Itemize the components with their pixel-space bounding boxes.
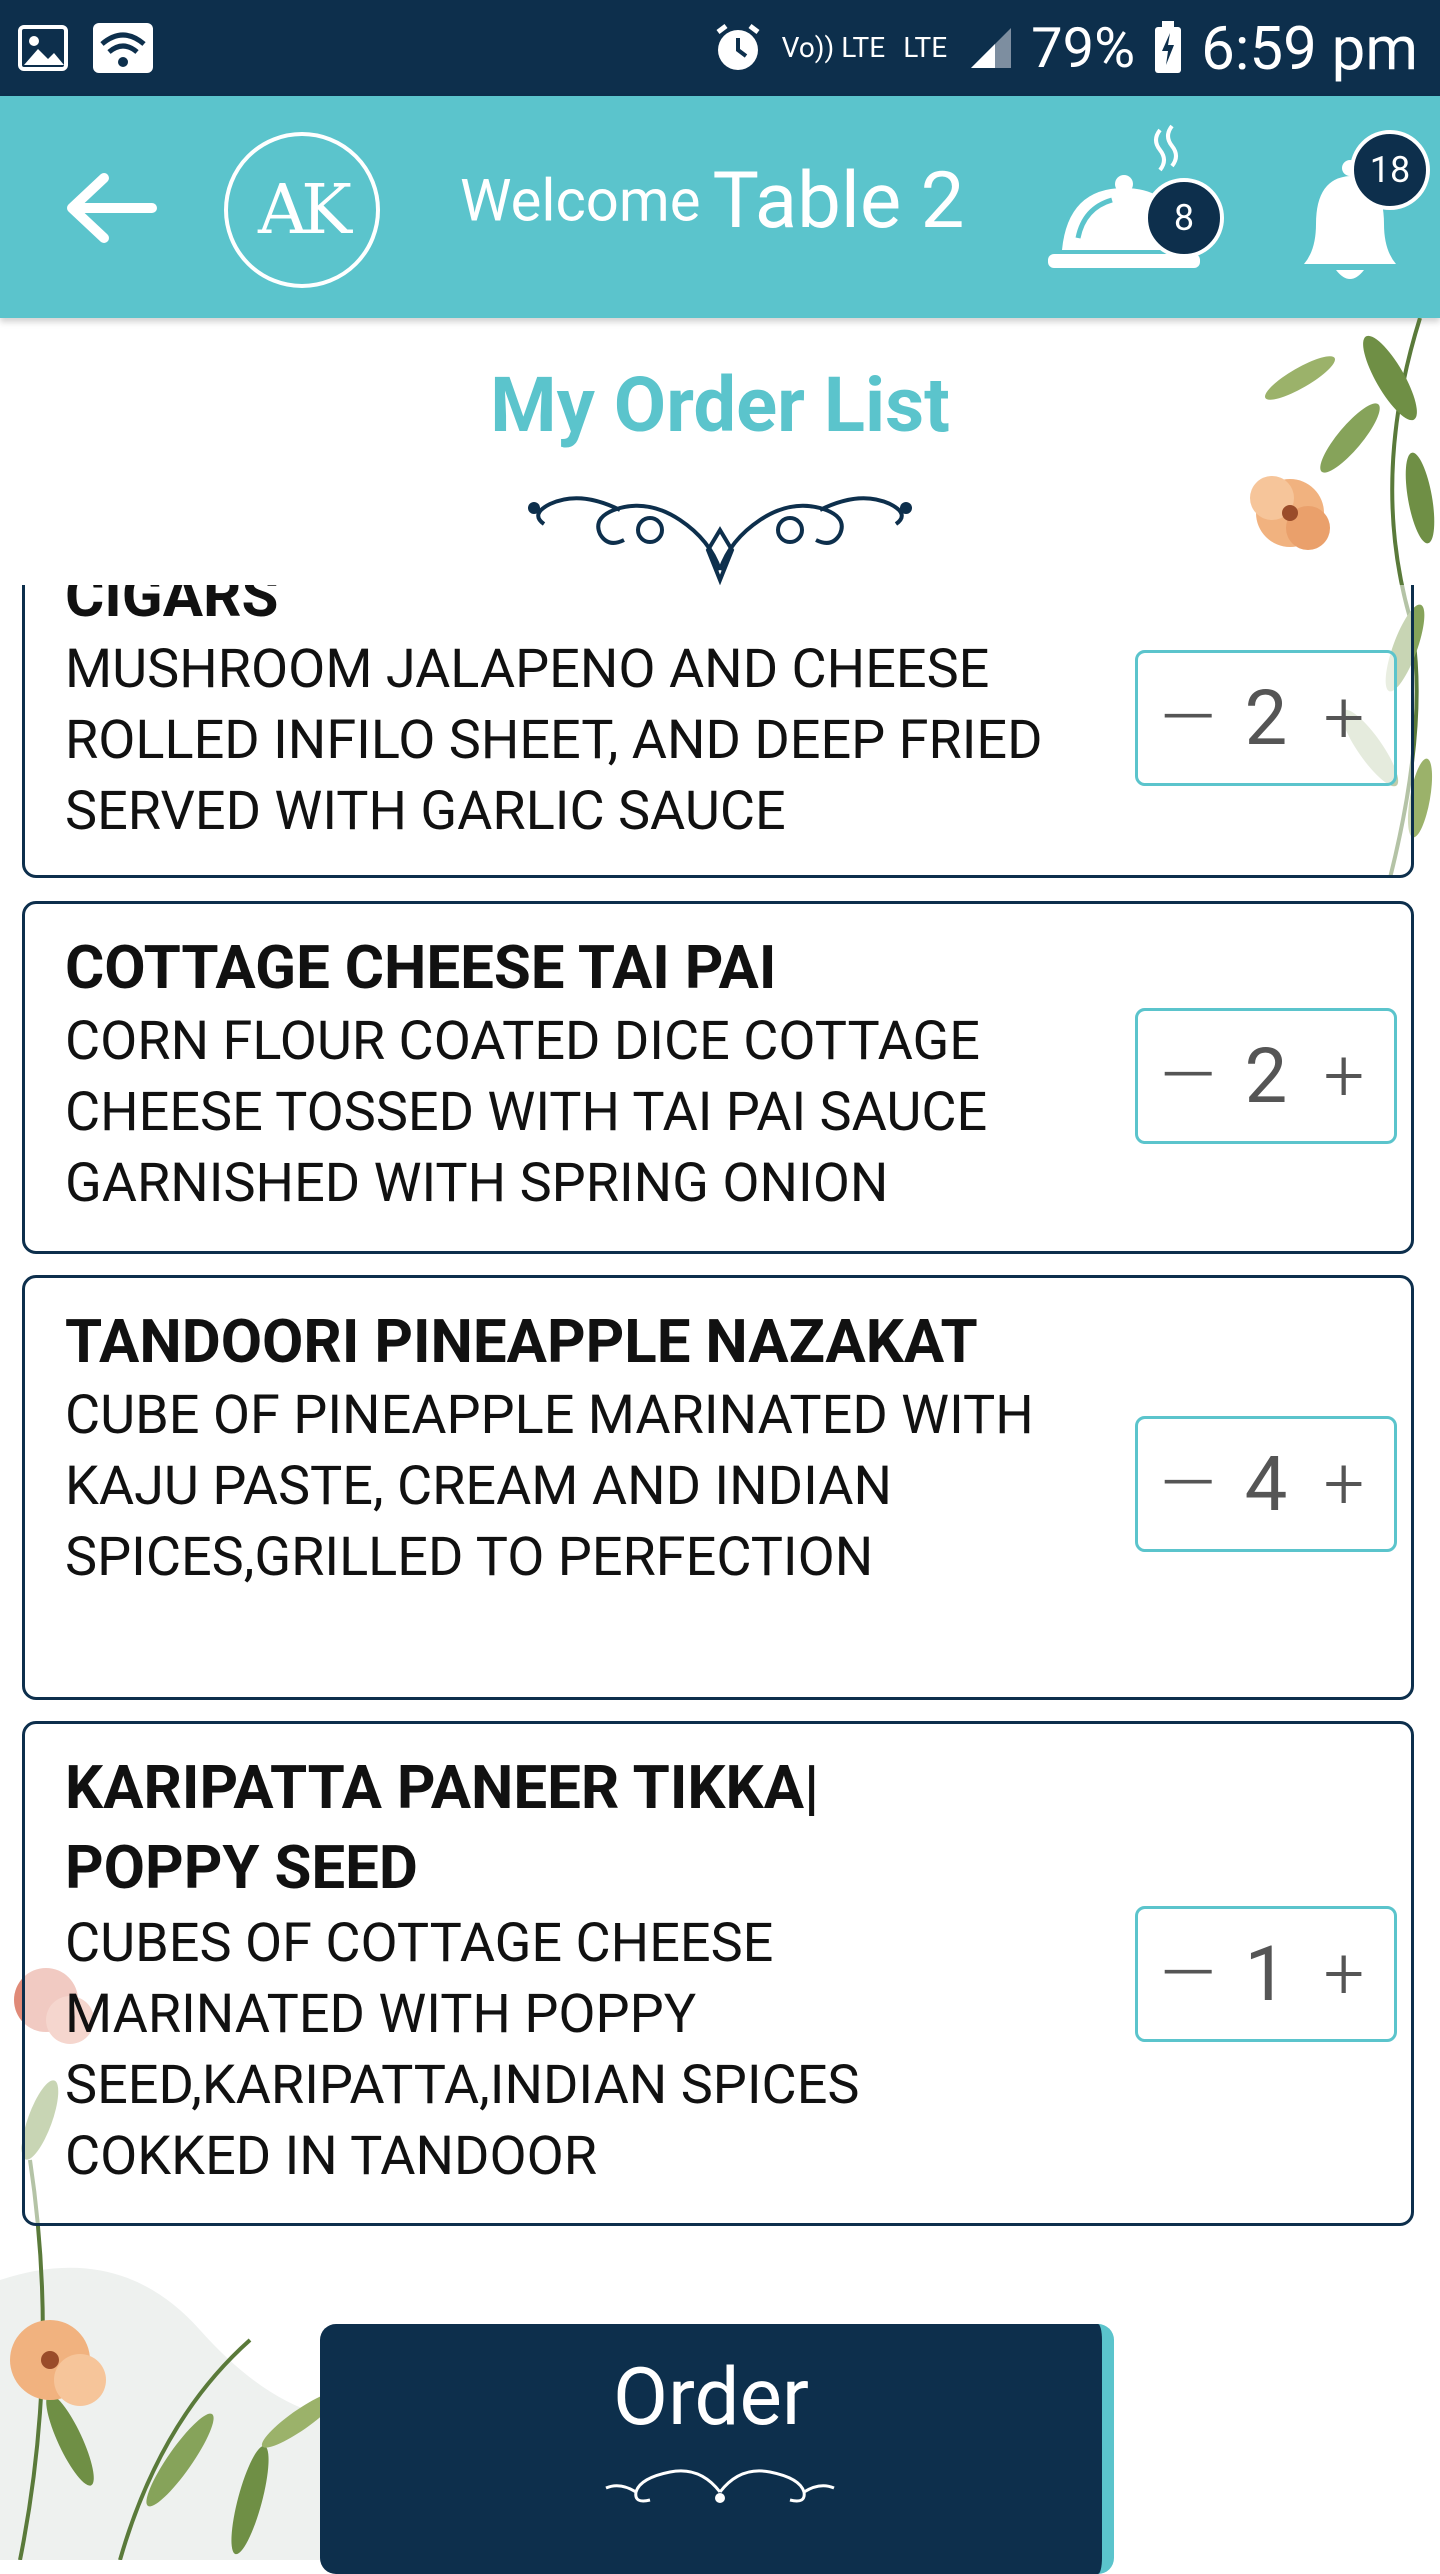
order-item: KARIPATTA PANEER TIKKA| POPPY SEED CUBES… <box>22 1721 1414 2226</box>
order-item: CIGARS MUSHROOM JALAPENO AND CHEESE ROLL… <box>22 585 1414 878</box>
quantity-stepper: — 4 + <box>1135 1416 1397 1552</box>
battery-icon <box>1155 21 1182 73</box>
quantity-value: 1 <box>1244 1929 1288 2019</box>
welcome-heading: Welcome Table 2 <box>460 156 964 247</box>
lte-indicator: LTE <box>903 31 948 64</box>
notifications-count-badge: 18 <box>1350 130 1430 210</box>
status-bar: Vo)) LTE LTE 79% 6:59 pm <box>0 0 1440 96</box>
page-title: My Order List <box>490 360 950 450</box>
orders-count-badge: 8 <box>1144 178 1224 258</box>
quantity-stepper: — 1 + <box>1135 1906 1397 2042</box>
welcome-label: Welcome <box>460 167 701 236</box>
decrease-button[interactable]: — <box>1156 682 1220 754</box>
quantity-value: 4 <box>1244 1439 1288 1529</box>
item-description: CORN FLOUR COATED DICE COTTAGE CHEESE TO… <box>65 1010 988 1215</box>
app-bar: AK Welcome Table 2 8 18 <box>0 96 1440 318</box>
quantity-value: 2 <box>1244 1031 1288 1121</box>
decrease-button[interactable]: — <box>1156 1448 1220 1520</box>
battery-percent: 79% <box>1031 15 1136 81</box>
increase-button[interactable]: + <box>1312 1040 1376 1112</box>
item-name: KARIPATTA PANEER TIKKA| POPPY SEED <box>65 1752 820 1903</box>
volte-indicator: Vo)) LTE <box>781 31 886 64</box>
order-list[interactable]: CIGARS MUSHROOM JALAPENO AND CHEESE ROLL… <box>0 585 1440 2245</box>
arrow-left-icon <box>67 173 157 243</box>
title-ornament <box>528 496 912 586</box>
order-item: TANDOORI PINEAPPLE NAZAKAT CUBE OF PINEA… <box>22 1275 1414 1700</box>
wifi-icon <box>93 23 153 73</box>
table-label: Table 2 <box>712 156 965 247</box>
quantity-value: 2 <box>1244 673 1288 763</box>
item-name: COTTAGE CHEESE TAI PAI <box>65 932 777 1003</box>
item-description: CUBE OF PINEAPPLE MARINATED WITH KAJU PA… <box>65 1384 1034 1589</box>
increase-button[interactable]: + <box>1312 682 1376 754</box>
order-button-label: Order <box>612 2350 810 2444</box>
decrease-button[interactable]: — <box>1156 1040 1220 1112</box>
increase-button[interactable]: + <box>1312 1938 1376 2010</box>
item-name: CIGARS <box>65 585 279 631</box>
signal-icon <box>971 28 1012 68</box>
quantity-stepper: — 2 + <box>1135 1008 1397 1144</box>
back-button[interactable] <box>62 168 162 248</box>
gallery-icon <box>18 25 68 71</box>
item-description: MUSHROOM JALAPENO AND CHEESE ROLLED INFI… <box>65 638 1043 843</box>
order-button-ornament <box>605 2469 835 2503</box>
item-name: TANDOORI PINEAPPLE NAZAKAT <box>65 1306 978 1377</box>
alarm-icon <box>716 24 760 70</box>
increase-button[interactable]: + <box>1312 1448 1376 1520</box>
quantity-stepper: — 2 + <box>1135 650 1397 786</box>
clock: 6:59 pm <box>1201 12 1418 84</box>
decrease-button[interactable]: — <box>1156 1938 1220 2010</box>
order-button[interactable]: Order <box>320 2324 1114 2574</box>
order-item: COTTAGE CHEESE TAI PAI CORN FLOUR COATED… <box>22 901 1414 1254</box>
restaurant-logo: AK <box>224 132 380 288</box>
item-description: CUBES OF COTTAGE CHEESE MARINATED WITH P… <box>65 1912 860 2188</box>
